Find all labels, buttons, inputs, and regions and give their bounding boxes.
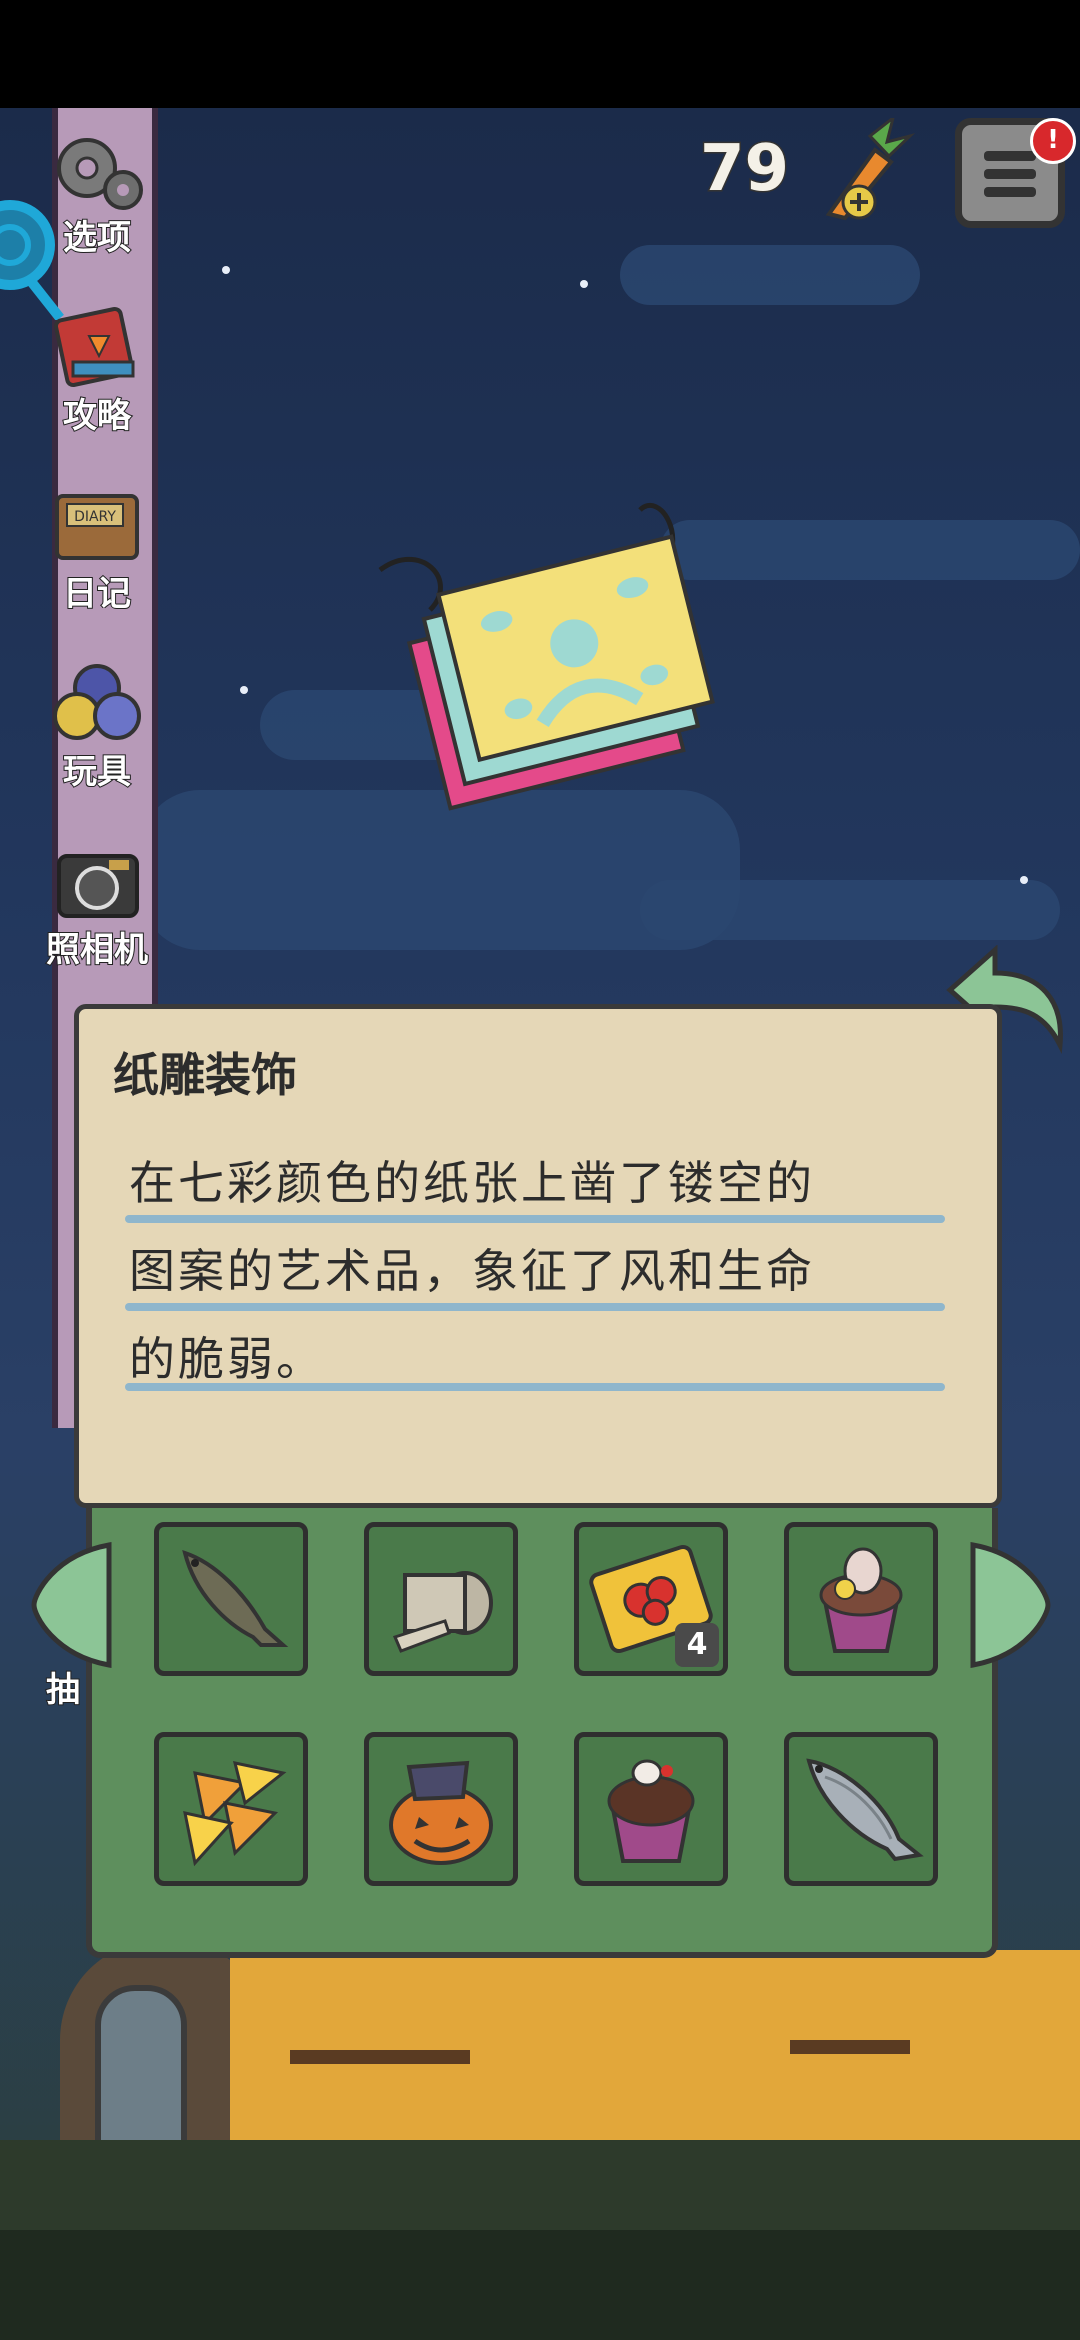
- sidebar-item-label: 攻略: [62, 395, 132, 437]
- papel-picado-item-image: [360, 500, 740, 830]
- game-screen: 选项 攻略 DIARY 日记 玩具 照相机 抽 79 ! 纸雕装饰 在七彩颜色的…: [0, 0, 1080, 2340]
- gear-icon: [49, 128, 145, 214]
- sidebar-item-camera[interactable]: 照相机: [32, 840, 162, 971]
- carrot-count: 79: [698, 131, 790, 208]
- inventory-panel: 4: [86, 1508, 998, 1958]
- fish-icon: [182, 1549, 289, 1647]
- candy-corn-icon: [183, 1761, 287, 1867]
- sidebar-item-label: 照相机: [45, 929, 149, 971]
- silver-fish-icon: [806, 1758, 924, 1862]
- inventory-next-arrow[interactable]: [968, 1535, 1058, 1675]
- sidebar-item-label: 玩具: [62, 751, 132, 793]
- inventory-slot[interactable]: [364, 1732, 518, 1886]
- house-door: [95, 1985, 187, 2152]
- svg-text:DIARY: DIARY: [74, 509, 116, 525]
- bandage-roll-icon: [392, 1571, 493, 1653]
- cupcake-icon: [819, 1547, 903, 1653]
- sidebar-item-guide[interactable]: 攻略: [32, 306, 162, 437]
- house-interior: [230, 1950, 1080, 2140]
- inventory-slot[interactable]: [154, 1522, 308, 1676]
- chocolate-cupcake-icon: [607, 1759, 695, 1863]
- inventory-prev-arrow[interactable]: [24, 1535, 114, 1675]
- description-line: 的脆弱。: [129, 1332, 325, 1386]
- description-line: 在七彩颜色的纸张上凿了镂空的: [129, 1156, 815, 1210]
- item-count-badge: 4: [675, 1623, 719, 1667]
- item-description-card: 纸雕装饰 在七彩颜色的纸张上凿了镂空的 图案的艺术品，象征了风和生命 的脆弱。: [74, 1004, 1002, 1508]
- sidebar-item-label: 选项: [62, 217, 132, 259]
- diary-icon: DIARY: [49, 484, 145, 570]
- inventory-slot[interactable]: [154, 1732, 308, 1886]
- inventory-slot[interactable]: [784, 1522, 938, 1676]
- carrot-plus-icon[interactable]: [815, 114, 916, 228]
- guide-book-icon: [49, 306, 145, 392]
- sidebar-item-diary[interactable]: DIARY 日记: [32, 484, 162, 615]
- item-title: 纸雕装饰: [113, 1048, 297, 1102]
- pumpkin-hat-icon: [389, 1760, 493, 1865]
- camera-icon: [49, 840, 145, 926]
- inventory-slot[interactable]: [784, 1732, 938, 1886]
- sidebar-item-label: 日记: [62, 573, 132, 615]
- sidebar-item-options[interactable]: 选项: [32, 128, 162, 259]
- inventory-slot[interactable]: [364, 1522, 518, 1676]
- inventory-slot[interactable]: [574, 1732, 728, 1886]
- description-line: 图案的艺术品，象征了风和生命: [129, 1244, 815, 1298]
- sidebar-item-toys[interactable]: 玩具: [32, 662, 162, 793]
- notification-badge: !: [1030, 118, 1076, 164]
- inventory-slot[interactable]: 4: [574, 1522, 728, 1676]
- toy-balls-icon: [49, 662, 145, 748]
